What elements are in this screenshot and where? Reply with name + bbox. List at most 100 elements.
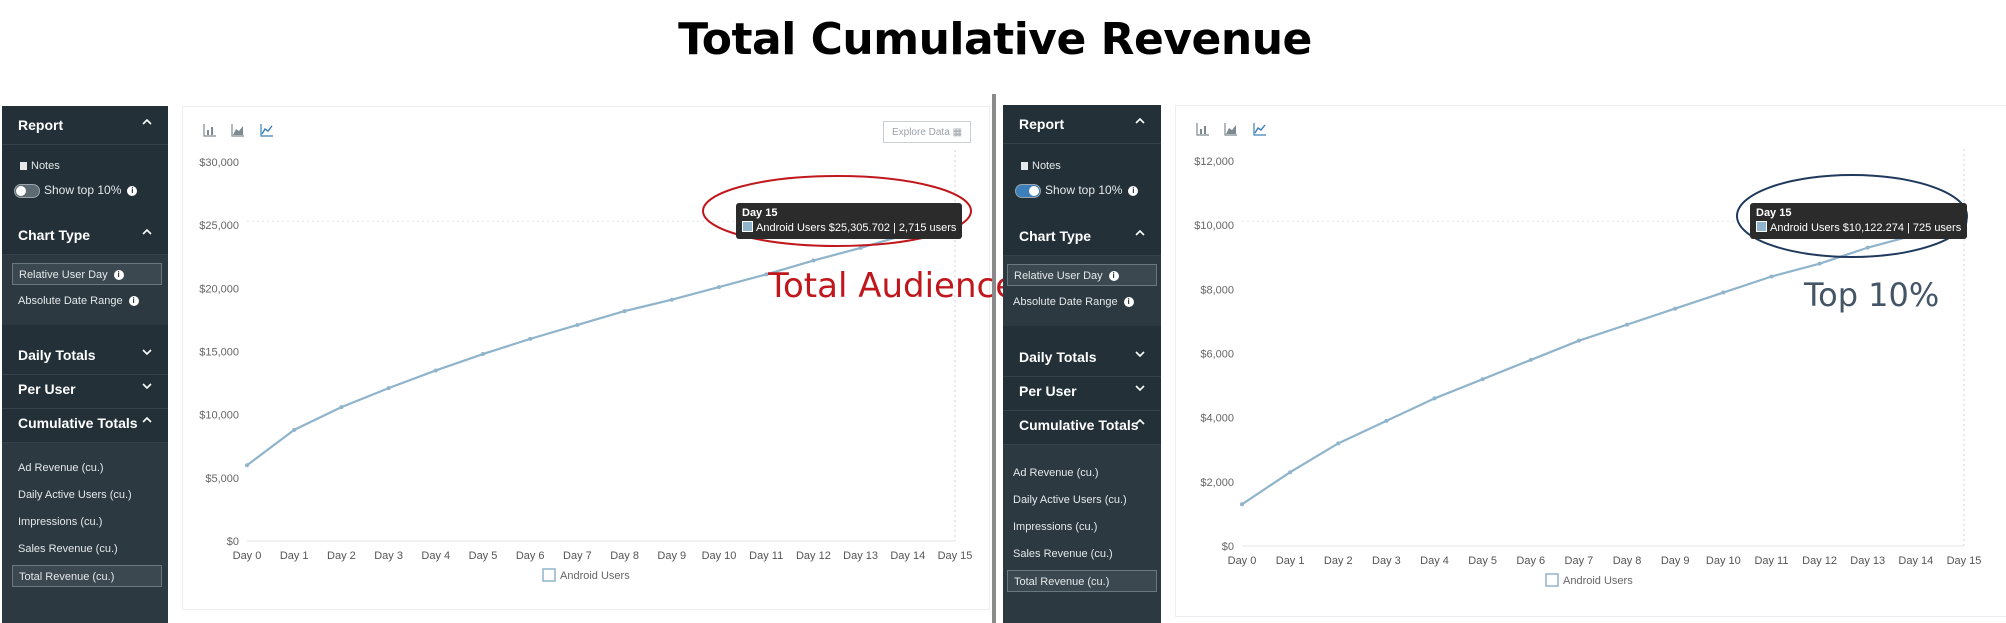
daily-totals-header-label: Daily Totals	[1019, 349, 1097, 365]
legend-label[interactable]: Android Users	[1563, 575, 1633, 587]
report-section-header[interactable]: Report	[1003, 105, 1161, 144]
x-tick-label: Day 7	[1565, 555, 1594, 567]
x-tick-label: Day 9	[657, 550, 686, 562]
info-icon[interactable]: i	[1123, 297, 1134, 308]
x-tick-label: Day 11	[749, 550, 783, 562]
data-point[interactable]	[622, 309, 627, 314]
x-tick-label: Day 0	[233, 550, 262, 562]
data-point[interactable]	[292, 427, 297, 432]
report-header-label: Report	[1019, 116, 1065, 132]
data-point[interactable]	[1384, 418, 1389, 423]
data-point[interactable]	[1576, 338, 1581, 343]
cumulative-item-sales-revenue[interactable]: Sales Revenue (cu.)	[12, 538, 162, 560]
notes-label: Notes	[1032, 160, 1061, 172]
chart-type-section-header[interactable]: Chart Type	[2, 216, 168, 255]
data-point[interactable]	[481, 352, 485, 357]
series-line	[246, 220, 956, 467]
y-tick-label: $6,000	[1200, 349, 1234, 361]
y-tick-label: $25,000	[199, 220, 239, 232]
data-point[interactable]	[1432, 396, 1437, 401]
notes-link[interactable]: Notes	[20, 160, 60, 172]
info-icon[interactable]: i	[1128, 185, 1139, 196]
y-tick-label: $15,000	[199, 347, 239, 359]
data-point[interactable]	[1240, 502, 1244, 507]
data-point[interactable]	[1336, 441, 1341, 446]
x-tick-label: Day 8	[610, 550, 639, 562]
left-tooltip: Day 15 Android Users $25,305.702 | 2,715…	[736, 203, 963, 239]
data-point[interactable]	[1721, 290, 1726, 295]
legend-swatch[interactable]	[1545, 573, 1559, 587]
info-icon[interactable]: i	[1108, 271, 1119, 282]
show-top-row: Show top 10% i	[14, 183, 138, 198]
chart-type-absolute-date-range[interactable]: Absolute Date Range i	[12, 290, 162, 312]
data-point[interactable]	[1817, 261, 1822, 266]
cumulative-item-daily-active-users[interactable]: Daily Active Users (cu.)	[12, 484, 162, 506]
chevron-down-icon	[142, 347, 152, 357]
cumulative-item-impressions[interactable]: Impressions (cu.)	[1007, 516, 1157, 538]
right-annotation-label: Top 10%	[1804, 276, 1940, 314]
cumulative-totals-section-header[interactable]: Cumulative Totals	[1003, 406, 1161, 445]
data-point[interactable]	[339, 405, 344, 410]
cumulative-item-ad-revenue[interactable]: Ad Revenue (cu.)	[1007, 462, 1157, 484]
report-section-header[interactable]: Report	[2, 106, 168, 145]
data-point[interactable]	[245, 463, 249, 468]
chart-type-relative-user-day[interactable]: Relative User Day i	[12, 263, 162, 285]
show-top-toggle[interactable]	[14, 183, 40, 198]
info-icon[interactable]: i	[127, 185, 138, 196]
chevron-up-icon	[142, 415, 152, 425]
chevron-up-icon	[1135, 116, 1145, 126]
x-tick-label: Day 13	[1850, 555, 1885, 567]
show-top-label: Show top 10%	[1045, 183, 1123, 197]
cumulative-item-ad-revenue[interactable]: Ad Revenue (cu.)	[12, 457, 162, 479]
chart-type-relative-user-day[interactable]: Relative User Day i	[1007, 264, 1157, 286]
data-point[interactable]	[433, 368, 438, 373]
legend-label[interactable]: Android Users	[560, 570, 630, 582]
data-point[interactable]	[669, 297, 674, 302]
y-tick-label: $5,000	[205, 473, 239, 485]
cumulative-item-daily-active-users[interactable]: Daily Active Users (cu.)	[1007, 489, 1157, 511]
cumulative-item-total-revenue[interactable]: Total Revenue (cu.)	[1007, 570, 1157, 592]
y-tick-label: $20,000	[199, 283, 239, 295]
notes-icon	[20, 162, 27, 170]
tooltip-series: Android Users	[1770, 222, 1840, 234]
data-point[interactable]	[811, 258, 816, 263]
y-tick-label: $10,000	[199, 410, 239, 422]
data-point[interactable]	[717, 285, 721, 290]
y-tick-label: $2,000	[1200, 477, 1234, 489]
cumulative-totals-section-header[interactable]: Cumulative Totals	[2, 404, 168, 443]
data-point[interactable]	[386, 386, 391, 391]
series-swatch	[742, 221, 753, 232]
cumulative-item-impressions[interactable]: Impressions (cu.)	[12, 511, 162, 533]
x-tick-label: Day 15	[938, 550, 973, 562]
notes-label: Notes	[31, 160, 60, 172]
data-point[interactable]	[1769, 274, 1774, 279]
legend-swatch[interactable]	[542, 568, 556, 582]
chevron-down-icon	[1135, 383, 1145, 393]
chart-type-panel: Relative User Day i Absolute Date Range i	[2, 255, 168, 325]
y-tick-label: $0	[227, 536, 239, 548]
data-point[interactable]	[1480, 377, 1485, 382]
chart-type-header-label: Chart Type	[18, 227, 91, 243]
show-top-toggle[interactable]	[1015, 183, 1041, 198]
x-tick-label: Day 14	[1898, 555, 1933, 567]
data-point[interactable]	[1625, 322, 1630, 327]
info-icon[interactable]: i	[113, 270, 124, 281]
x-tick-label: Day 4	[1420, 555, 1449, 567]
cumulative-item-total-revenue[interactable]: Total Revenue (cu.)	[12, 565, 162, 587]
data-point[interactable]	[1528, 357, 1533, 362]
panel-divider	[992, 94, 996, 623]
data-point[interactable]	[575, 322, 580, 327]
y-tick-label: $12,000	[1194, 156, 1234, 168]
notes-link[interactable]: Notes	[1021, 160, 1061, 172]
data-point[interactable]	[528, 336, 533, 341]
x-tick-label: Day 13	[843, 550, 878, 562]
cumulative-item-sales-revenue[interactable]: Sales Revenue (cu.)	[1007, 543, 1157, 565]
x-tick-label: Day 3	[1372, 555, 1401, 567]
info-icon[interactable]: i	[128, 296, 139, 307]
data-point[interactable]	[1673, 306, 1678, 311]
cumulative-header-label: Cumulative Totals	[1019, 417, 1139, 433]
chart-type-section-header[interactable]: Chart Type	[1003, 217, 1161, 256]
chart-type-absolute-date-range[interactable]: Absolute Date Range i	[1007, 291, 1157, 313]
data-point[interactable]	[1288, 470, 1293, 475]
per-user-header-label: Per User	[1019, 383, 1077, 399]
